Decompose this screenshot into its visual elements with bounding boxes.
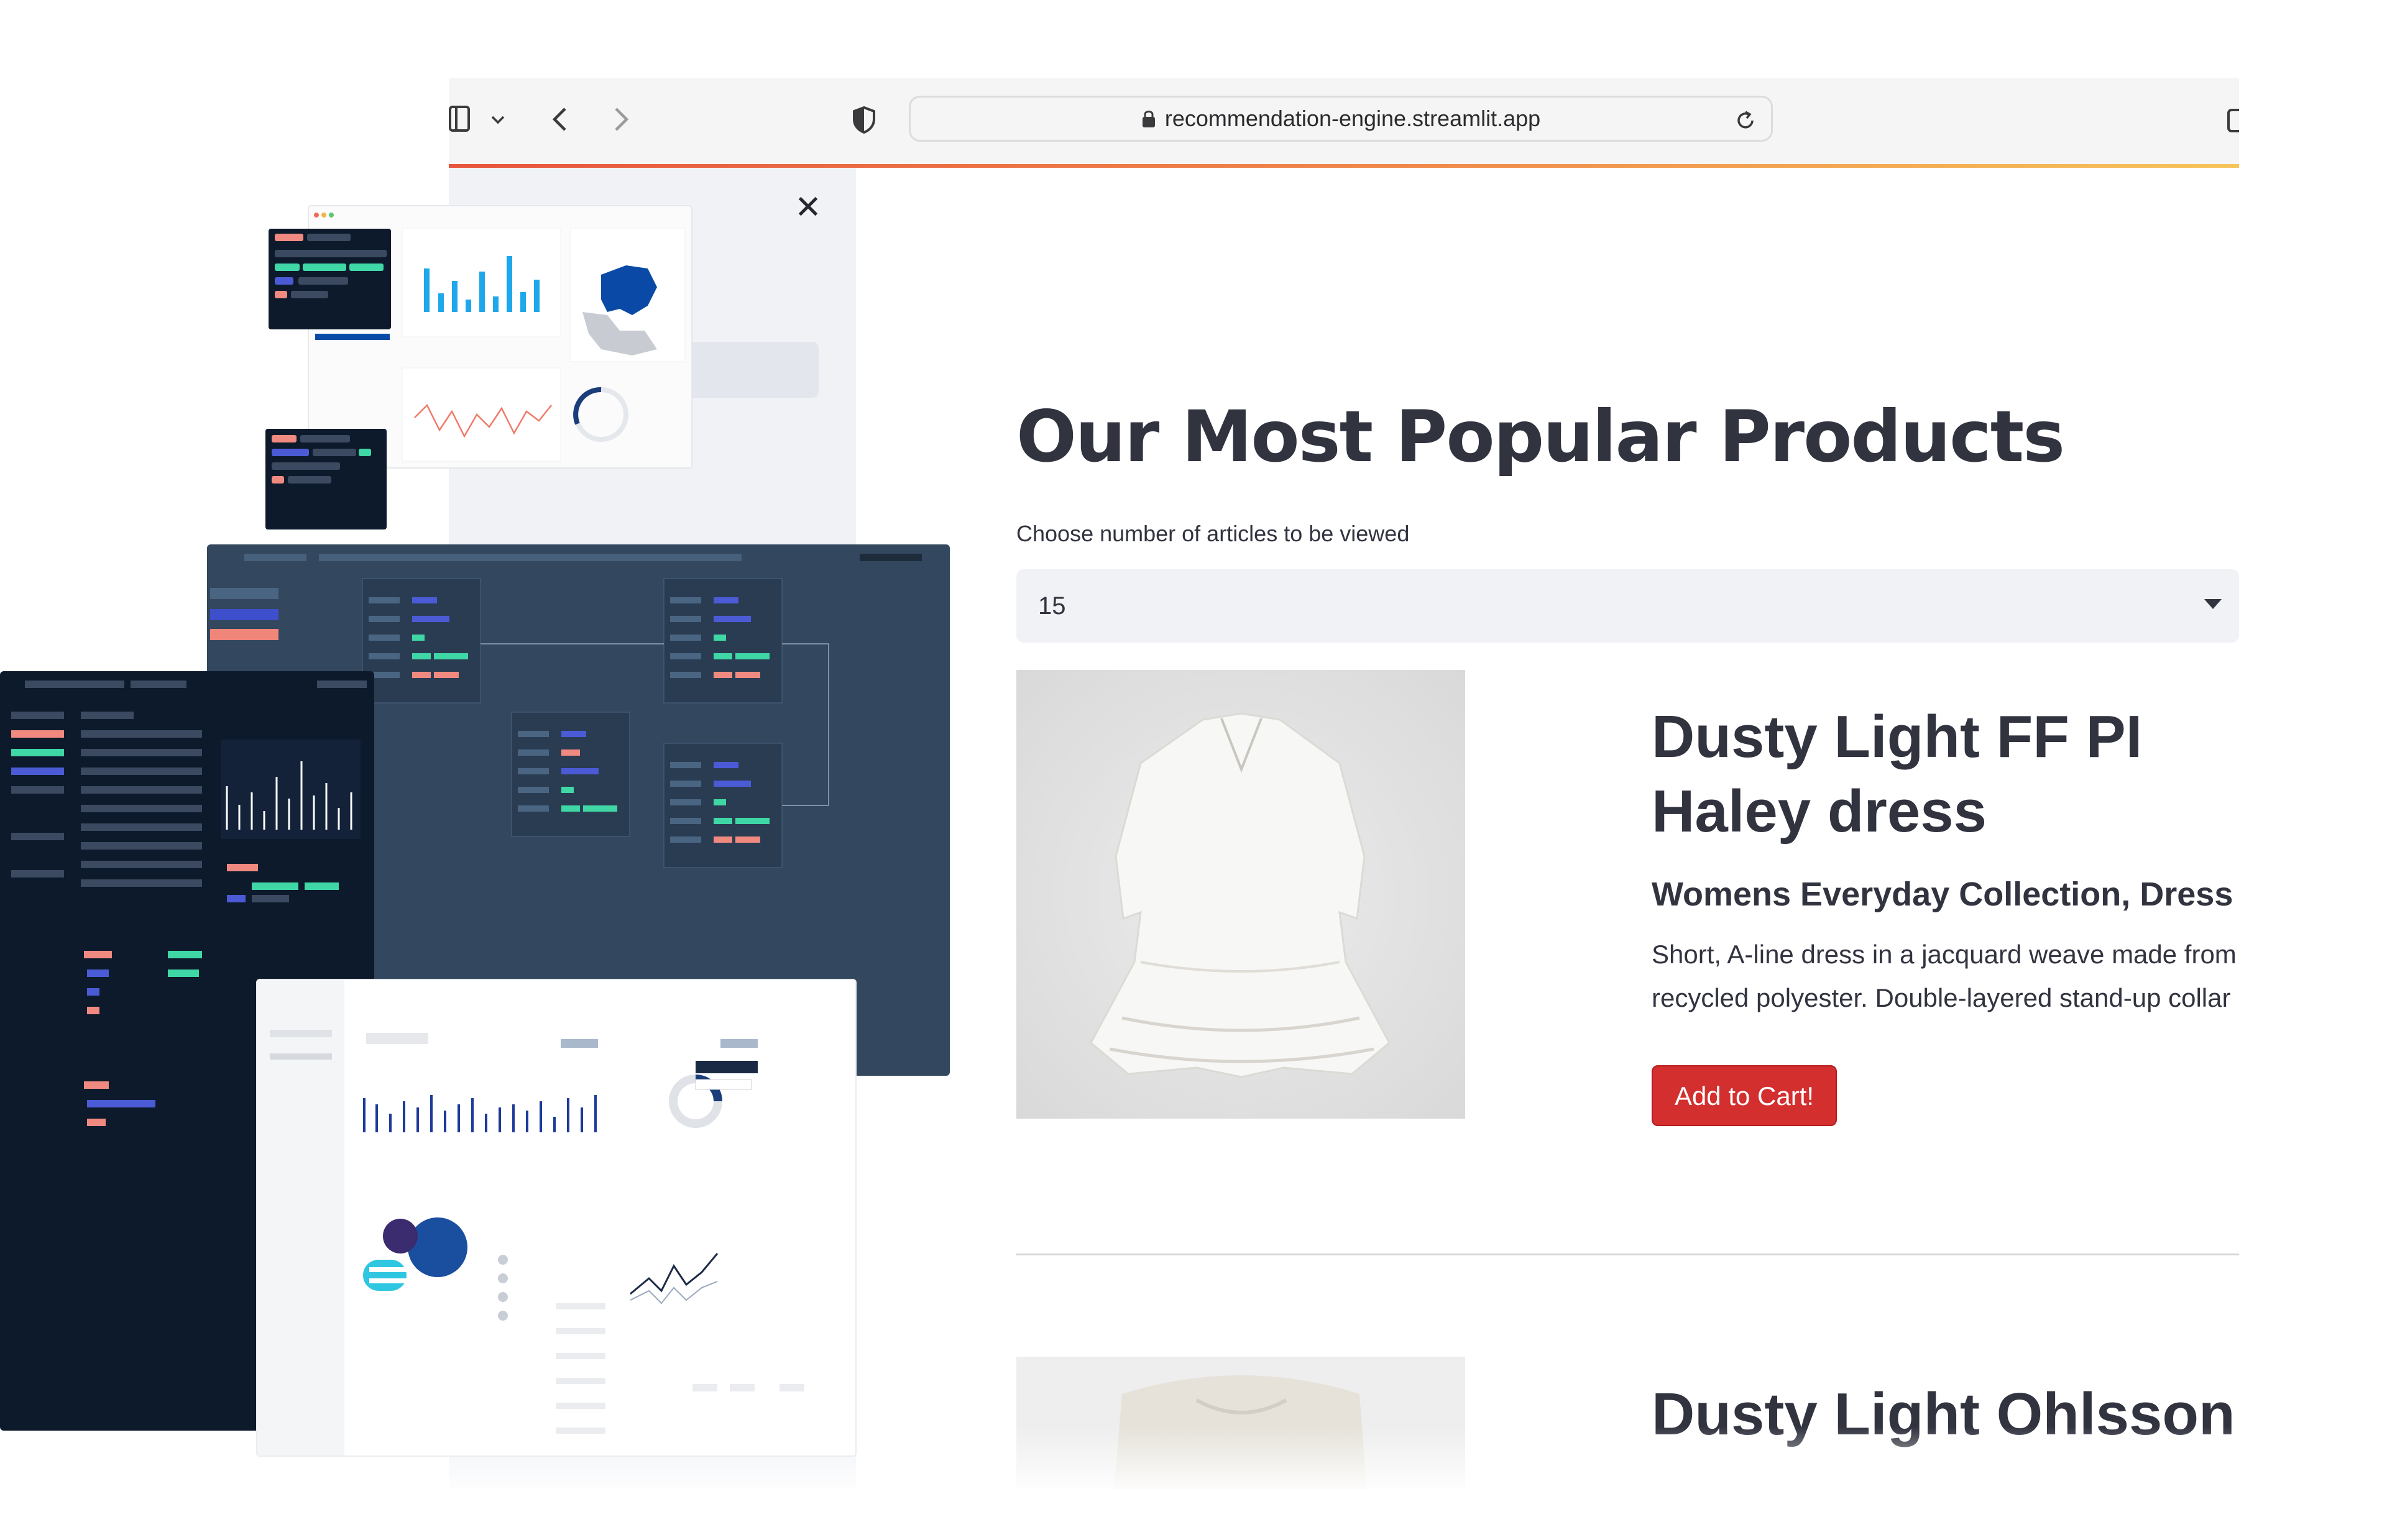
add-to-cart-button[interactable]: Add to Cart!	[1652, 1065, 1837, 1126]
dark-mini-card	[265, 429, 387, 529]
product-image	[1016, 670, 1465, 1119]
page-heading: Our Most Popular Products	[1016, 395, 2065, 478]
product-category: Womens Everyday Collection, Dress	[1652, 876, 2233, 913]
select-value: 15	[1038, 592, 1066, 620]
light-dashboard-panel	[256, 979, 857, 1457]
product-divider	[1016, 1254, 2239, 1255]
dashboard-collage	[0, 199, 970, 1457]
product-name: Dusty Light FF PI Haley dress	[1652, 704, 2143, 845]
articles-count-select[interactable]: 15	[1016, 569, 2239, 643]
caret-down-icon	[2204, 599, 2222, 609]
select-label: Choose number of articles to be viewed	[1016, 521, 1410, 546]
dark-mini-card	[269, 229, 391, 329]
product-description: Short, A-line dress in a jacquard weave …	[1652, 940, 2237, 1012]
